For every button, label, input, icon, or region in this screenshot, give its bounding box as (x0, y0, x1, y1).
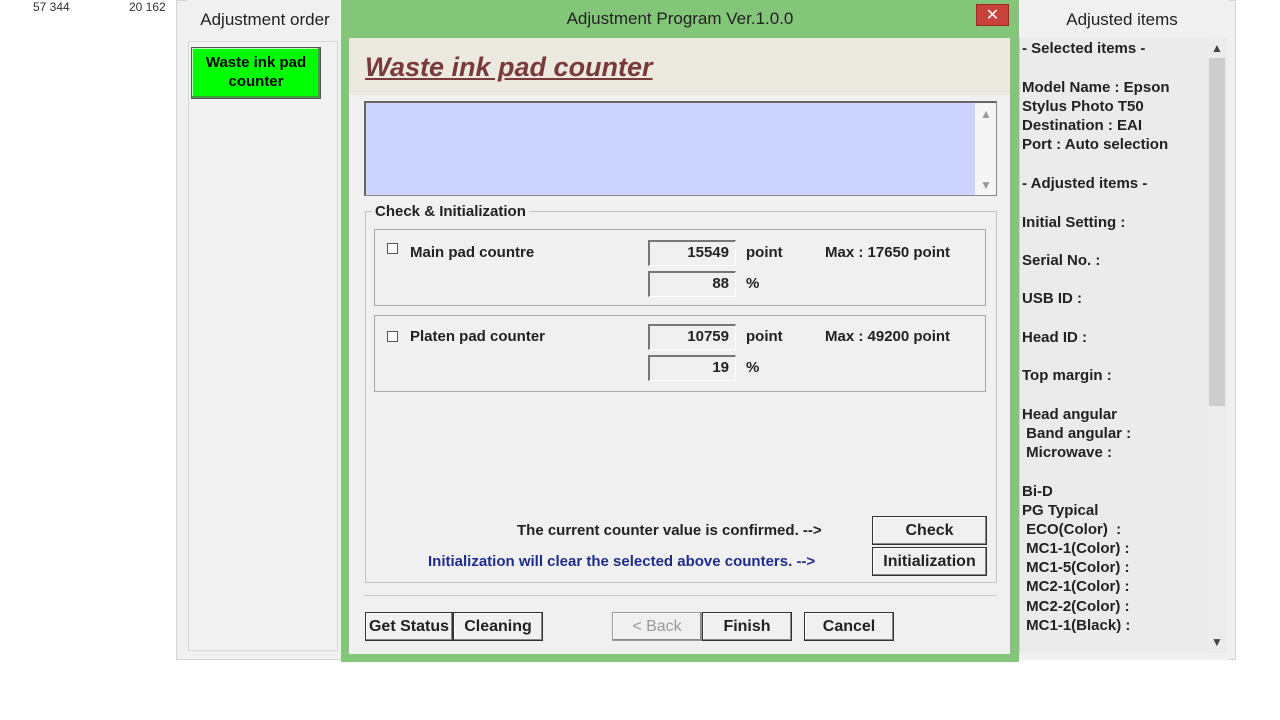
scroll-down-icon[interactable]: ▼ (1211, 635, 1223, 649)
waste-ink-pad-counter-button[interactable]: Waste ink pad counter (191, 47, 321, 99)
adjusted-item-line: Top margin : (1022, 367, 1112, 384)
adjustment-order-title: Adjustment order (200, 10, 330, 29)
page-heading: Waste ink pad counter (365, 52, 653, 82)
adjusted-item-line: Head ID : (1022, 329, 1088, 346)
message-box[interactable] (364, 101, 997, 196)
main-pad-point-unit: point (746, 244, 783, 261)
adjusted-item-line: MC1-1(Black) : (1022, 617, 1131, 634)
adjusted-item-line: MC1-1(Color) : (1022, 540, 1130, 557)
adjusted-item-line: PG Typical (1022, 502, 1099, 519)
platen-pad-point-unit: point (746, 328, 783, 345)
adjusted-item-line: - Adjusted items - (1022, 175, 1148, 192)
adjustment-order-list (188, 41, 338, 651)
background-number-right: 20 162 (129, 0, 166, 14)
adjusted-item-line: Port : Auto selection (1022, 136, 1169, 153)
cancel-button[interactable]: Cancel (804, 612, 894, 641)
get-status-button[interactable]: Get Status (365, 612, 453, 641)
adjusted-item-line: Model Name : Epson (1022, 79, 1170, 96)
adjusted-item-line: - Selected items - (1022, 40, 1146, 57)
platen-pad-max: Max : 49200 point (825, 328, 951, 345)
main-pad-percent-unit: % (746, 275, 760, 292)
platen-pad-percent-unit: % (746, 359, 760, 376)
adjusted-item-line: MC2-2(Color) : (1022, 598, 1130, 615)
adjusted-item-line: MC2-1(Color) : (1022, 578, 1130, 595)
adjusted-item-line: Microwave : (1022, 444, 1113, 461)
cleaning-button[interactable]: Cleaning (453, 612, 543, 641)
finish-button[interactable]: Finish (702, 612, 792, 641)
adjusted-item-line: Serial No. : (1022, 252, 1101, 269)
initialization-button[interactable]: Initialization (872, 547, 987, 576)
adjusted-item-line: ECO(Color) : (1022, 521, 1122, 538)
scrollbar-thumb[interactable] (1209, 58, 1225, 406)
main-pad-max: Max : 17650 point (825, 244, 951, 261)
adjusted-item-line: Head angular (1022, 406, 1118, 423)
main-pad-label: Main pad countre (410, 244, 535, 261)
platen-pad-point-field: 10759 (648, 324, 736, 350)
dialog-title: Adjustment Program Ver.1.0.0 (566, 9, 794, 28)
message-scroll-down-icon[interactable]: ▼ (980, 178, 992, 192)
adjusted-item-line: Stylus Photo T50 (1022, 98, 1144, 115)
init-text: Initialization will clear the selected a… (428, 553, 816, 570)
adjusted-item-line: Bi-D (1022, 483, 1053, 500)
close-icon[interactable]: ✕ (976, 4, 1009, 26)
platen-pad-checkbox[interactable] (387, 331, 398, 342)
main-pad-checkbox[interactable] (387, 243, 398, 254)
check-button[interactable]: Check (872, 516, 987, 545)
platen-pad-percent-field: 19 (648, 355, 736, 381)
adjusted-item-line: MC1-5(Color) : (1022, 559, 1130, 576)
adjusted-item-line: Destination : EAI (1022, 117, 1143, 134)
back-button[interactable]: < Back (612, 612, 702, 641)
footer-separator (364, 595, 997, 596)
main-pad-percent-field: 88 (648, 271, 736, 297)
background-number-left: 57 344 (33, 0, 70, 14)
confirm-text: The current counter value is confirmed. … (517, 522, 822, 539)
adjusted-item-line: USB ID : (1022, 290, 1082, 307)
main-pad-point-field: 15549 (648, 240, 736, 266)
adjusted-items-title: Adjusted items (1066, 10, 1178, 29)
platen-pad-label: Platen pad counter (410, 328, 546, 345)
group-label: Check & Initialization (372, 203, 529, 220)
message-scroll-up-icon[interactable]: ▲ (980, 107, 992, 121)
adjusted-item-line: Initial Setting : (1022, 214, 1126, 231)
adjusted-item-line: Band angular : (1022, 425, 1132, 442)
scroll-up-icon[interactable]: ▲ (1211, 41, 1223, 55)
